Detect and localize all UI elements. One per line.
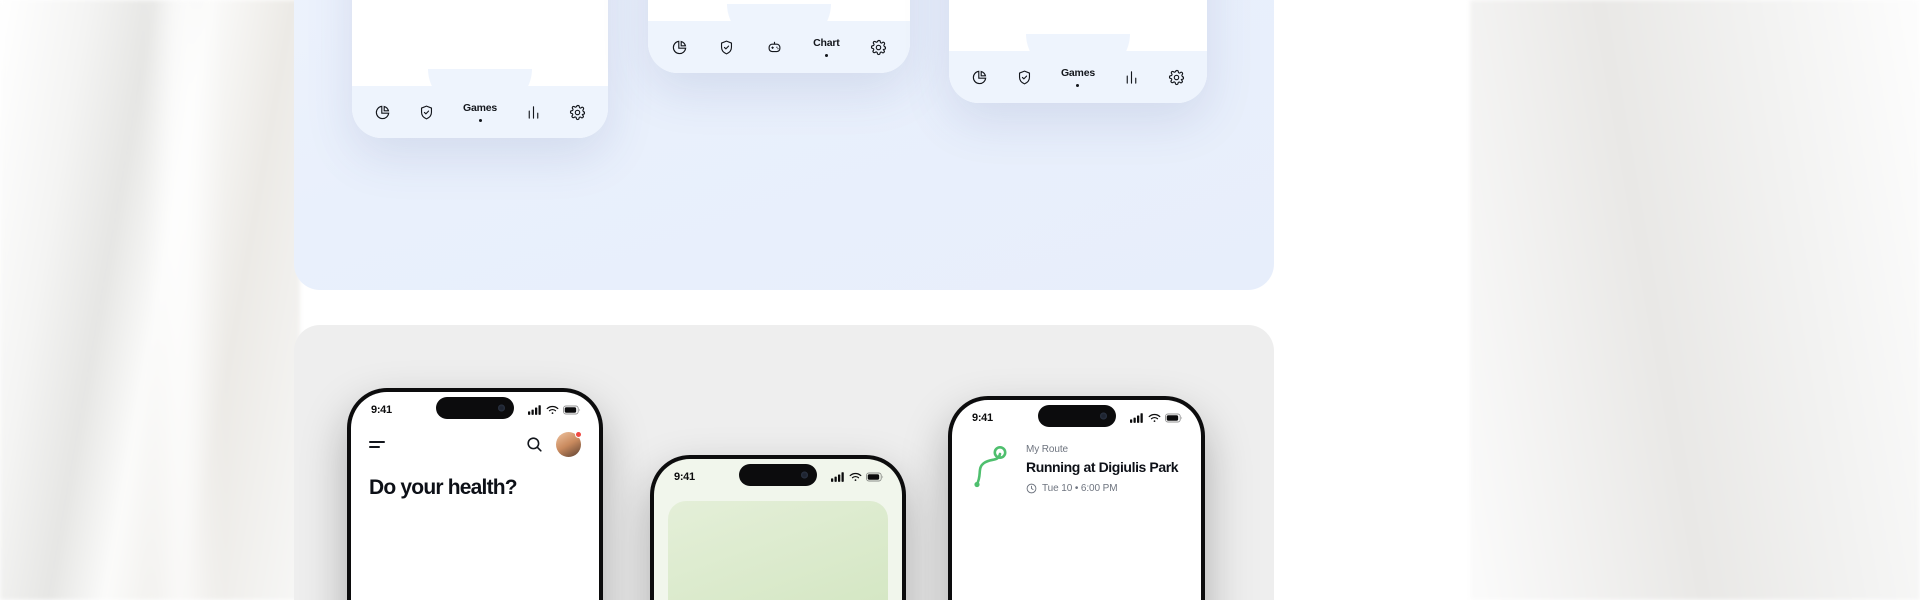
nav-item-settings[interactable] <box>1168 69 1185 86</box>
nav-item-pie[interactable] <box>671 39 688 56</box>
top-showcase-panel: Clash Of Clans 00:15 Strategy Titanfall <box>294 0 1274 290</box>
nav-item-shield[interactable] <box>1016 69 1033 86</box>
nav-item-games[interactable]: Games <box>1061 67 1095 87</box>
background-photo-right <box>1470 0 1920 600</box>
nav-item-chart[interactable] <box>525 104 542 121</box>
shield-check-icon <box>721 40 733 54</box>
nav-item-pie[interactable] <box>374 104 391 121</box>
bottom-navigation[interactable]: Games <box>949 51 1207 103</box>
phone-mockup-health[interactable]: 9:41 Do your health? <box>347 388 603 600</box>
nav-item-chart[interactable] <box>1123 69 1140 86</box>
bottom-navigation[interactable]: Chart <box>648 21 910 73</box>
hamburger-menu-icon[interactable] <box>369 441 385 448</box>
battery-icon <box>563 405 581 415</box>
battery-icon <box>866 472 884 482</box>
wifi-icon <box>546 405 559 414</box>
nav-item-settings[interactable] <box>569 104 586 121</box>
route-time: Tue 10 • 6:00 PM <box>1042 483 1118 494</box>
nav-active-dot <box>824 54 828 57</box>
wifi-icon <box>849 472 862 481</box>
cellular-icon <box>831 472 844 482</box>
nav-active-dot <box>1076 84 1080 87</box>
route-title: Running at Digiulis Park <box>1026 459 1179 475</box>
dynamic-island <box>1037 405 1116 427</box>
content-card <box>668 501 888 600</box>
cellular-icon <box>1130 413 1143 423</box>
gear-icon <box>570 104 586 120</box>
status-time: 9:41 <box>674 471 695 483</box>
status-bar: 9:41 <box>654 459 902 489</box>
nav-item-label: Games <box>462 102 498 114</box>
phone-mockup-secondary[interactable]: 9:41 <box>650 455 906 600</box>
pie-chart-icon <box>673 40 687 54</box>
nav-active-dot <box>478 119 482 122</box>
pie-chart-icon <box>972 70 987 84</box>
showcase-stage: Clash Of Clans 00:15 Strategy Titanfall <box>0 0 1920 600</box>
app-header <box>351 422 599 457</box>
clock-icon <box>1026 483 1037 494</box>
wifi-icon <box>1148 413 1161 422</box>
page-title: Do your health? <box>369 476 518 499</box>
gamepad-icon <box>768 41 781 52</box>
avatar[interactable] <box>556 431 582 457</box>
games-count-card[interactable]: 56 <box>949 0 1207 103</box>
analytics-chart-card[interactable]: Game Income 25% Game Income 79% <box>648 0 910 73</box>
nav-item-shield[interactable] <box>718 39 735 56</box>
cellular-icon <box>528 405 541 415</box>
bar-chart-icon <box>1126 70 1137 84</box>
background-photo-left <box>0 0 300 600</box>
nav-item-games[interactable] <box>766 39 783 56</box>
nav-item-settings[interactable] <box>870 39 887 56</box>
nav-item-label: Games <box>1060 67 1095 79</box>
dynamic-island <box>739 464 817 486</box>
route-summary[interactable]: My Route Running at Digiulis Park Tue 10… <box>952 430 1201 494</box>
status-time: 9:41 <box>972 412 993 424</box>
gear-icon <box>870 39 886 55</box>
status-bar: 9:41 <box>351 392 599 422</box>
dynamic-island <box>436 397 514 419</box>
gear-icon <box>1168 69 1184 85</box>
route-label: My Route <box>1026 444 1068 455</box>
route-map-icon <box>974 446 1007 488</box>
bar-chart-icon <box>528 105 538 119</box>
nav-item-label: Chart <box>813 37 840 49</box>
nav-item-chart[interactable]: Chart <box>813 37 840 57</box>
status-time: 9:41 <box>371 404 392 416</box>
nav-item-games[interactable]: Games <box>463 102 497 122</box>
phone-mockup-route[interactable]: 9:41 My Route Running at Digiulis Park T… <box>948 396 1205 600</box>
notification-badge <box>575 431 582 438</box>
status-bar: 9:41 <box>952 400 1201 430</box>
shield-check-icon <box>1018 70 1030 84</box>
bottom-navigation[interactable]: Games <box>352 86 608 138</box>
pie-chart-icon <box>375 105 390 119</box>
shield-check-icon <box>421 105 433 119</box>
search-icon[interactable] <box>525 435 544 454</box>
nav-item-pie[interactable] <box>971 69 988 86</box>
game-list-card[interactable]: Clash Of Clans 00:15 Strategy Titanfall <box>352 0 608 138</box>
nav-item-shield[interactable] <box>418 104 435 121</box>
battery-icon <box>1165 413 1183 423</box>
